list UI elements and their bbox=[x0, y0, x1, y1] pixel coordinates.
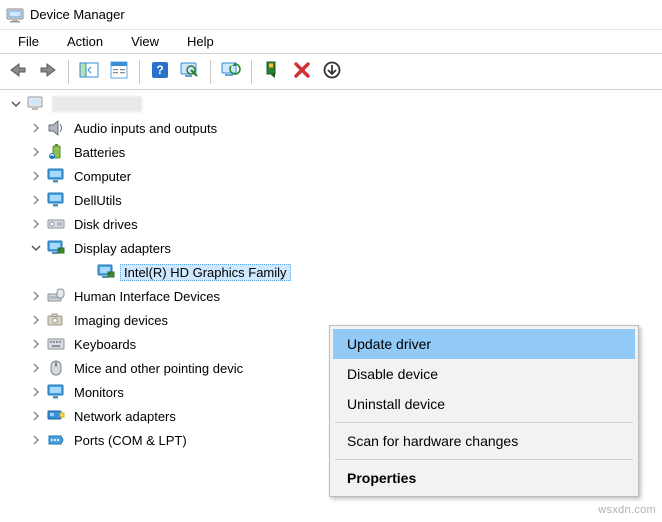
chevron-right-icon[interactable] bbox=[28, 216, 44, 232]
cm-update-driver[interactable]: Update driver bbox=[333, 329, 635, 359]
tree-label: Ports (COM & LPT) bbox=[70, 432, 191, 449]
monitor-icon bbox=[46, 166, 66, 186]
tree-label: DellUtils bbox=[70, 192, 126, 209]
tree-item-batteries[interactable]: Batteries bbox=[0, 140, 662, 164]
panel-left-icon bbox=[79, 61, 99, 82]
svg-text:?: ? bbox=[156, 63, 163, 77]
help-icon: ? bbox=[151, 61, 169, 82]
cm-scan-hardware[interactable]: Scan for hardware changes bbox=[333, 426, 635, 456]
context-menu: Update driver Disable device Uninstall d… bbox=[329, 325, 639, 497]
tree-label: Computer bbox=[70, 168, 135, 185]
tree-item-disk[interactable]: Disk drives bbox=[0, 212, 662, 236]
tree-item-dellutils[interactable]: DellUtils bbox=[0, 188, 662, 212]
camera-icon bbox=[46, 310, 66, 330]
tree-label: Mice and other pointing devic bbox=[70, 360, 247, 377]
tree-label: Monitors bbox=[70, 384, 128, 401]
chevron-down-icon[interactable] bbox=[28, 240, 44, 256]
network-adapter-icon bbox=[46, 406, 66, 426]
menu-help[interactable]: Help bbox=[173, 32, 228, 51]
chevron-right-icon[interactable] bbox=[28, 192, 44, 208]
tree-label: Network adapters bbox=[70, 408, 180, 425]
monitor-refresh-icon bbox=[221, 61, 241, 82]
properties-button[interactable] bbox=[105, 58, 133, 86]
battery-icon bbox=[46, 142, 66, 162]
disk-icon bbox=[46, 214, 66, 234]
help-button[interactable]: ? bbox=[146, 58, 174, 86]
disable-device-button[interactable] bbox=[288, 58, 316, 86]
tree-label: Disk drives bbox=[70, 216, 142, 233]
tree-label: Batteries bbox=[70, 144, 129, 161]
uninstall-device-button[interactable] bbox=[318, 58, 346, 86]
x-icon bbox=[293, 61, 311, 82]
tree-label: Imaging devices bbox=[70, 312, 172, 329]
update-driver-button[interactable] bbox=[217, 58, 245, 86]
menu-action[interactable]: Action bbox=[53, 32, 117, 51]
toolbar-divider bbox=[139, 60, 140, 84]
chevron-right-icon[interactable] bbox=[28, 336, 44, 352]
menu-view[interactable]: View bbox=[117, 32, 173, 51]
window-title: Device Manager bbox=[30, 7, 125, 22]
tree-label: Human Interface Devices bbox=[70, 288, 224, 305]
back-button[interactable] bbox=[4, 58, 32, 86]
tree-label: Intel(R) HD Graphics Family bbox=[120, 264, 291, 281]
keyboard-icon bbox=[46, 334, 66, 354]
show-hide-tree-button[interactable] bbox=[75, 58, 103, 86]
chevron-right-icon[interactable] bbox=[28, 288, 44, 304]
tree-item-computer[interactable]: Computer bbox=[0, 164, 662, 188]
device-manager-icon bbox=[6, 6, 24, 24]
display-adapter-icon bbox=[46, 238, 66, 258]
scan-hardware-button[interactable] bbox=[176, 58, 204, 86]
hid-icon bbox=[46, 286, 66, 306]
chevron-right-icon[interactable] bbox=[28, 432, 44, 448]
toolbar: ? bbox=[0, 54, 662, 90]
cm-separator bbox=[335, 422, 633, 423]
speaker-icon bbox=[46, 118, 66, 138]
chevron-right-icon[interactable] bbox=[28, 408, 44, 424]
tree-root[interactable] bbox=[0, 92, 662, 116]
menu-bar: File Action View Help bbox=[0, 30, 662, 54]
cm-disable-device[interactable]: Disable device bbox=[333, 359, 635, 389]
tree-label: Keyboards bbox=[70, 336, 140, 353]
forward-button[interactable] bbox=[34, 58, 62, 86]
tree-label: Audio inputs and outputs bbox=[70, 120, 221, 137]
titlebar: Device Manager bbox=[0, 0, 662, 30]
cm-properties[interactable]: Properties bbox=[333, 463, 635, 493]
display-adapter-icon bbox=[96, 262, 116, 282]
tree-item-hid[interactable]: Human Interface Devices bbox=[0, 284, 662, 308]
tree-item-intel-graphics[interactable]: Intel(R) HD Graphics Family bbox=[0, 260, 662, 284]
toolbar-divider bbox=[210, 60, 211, 84]
chevron-right-icon[interactable] bbox=[28, 312, 44, 328]
computer-name-redacted bbox=[52, 96, 142, 112]
cm-separator bbox=[335, 459, 633, 460]
tree-item-audio[interactable]: Audio inputs and outputs bbox=[0, 116, 662, 140]
arrow-left-icon bbox=[9, 62, 27, 81]
scan-monitor-icon bbox=[180, 61, 200, 82]
port-icon bbox=[46, 430, 66, 450]
computer-root-icon bbox=[26, 94, 46, 114]
properties-sheet-icon bbox=[109, 61, 129, 82]
chevron-right-icon[interactable] bbox=[28, 168, 44, 184]
cm-uninstall-device[interactable]: Uninstall device bbox=[333, 389, 635, 419]
toolbar-divider bbox=[68, 60, 69, 84]
watermark: wsxdn.com bbox=[598, 504, 656, 516]
toolbar-divider bbox=[251, 60, 252, 84]
device-up-icon bbox=[264, 61, 280, 82]
chevron-down-icon[interactable] bbox=[8, 96, 24, 112]
tree-item-display[interactable]: Display adapters bbox=[0, 236, 662, 260]
chevron-right-icon[interactable] bbox=[28, 144, 44, 160]
monitor-icon bbox=[46, 382, 66, 402]
tree-label: Display adapters bbox=[70, 240, 175, 257]
chevron-right-icon[interactable] bbox=[28, 360, 44, 376]
mouse-icon bbox=[46, 358, 66, 378]
menu-file[interactable]: File bbox=[4, 32, 53, 51]
enable-device-button[interactable] bbox=[258, 58, 286, 86]
circle-down-icon bbox=[323, 61, 341, 82]
monitor-icon bbox=[46, 190, 66, 210]
chevron-right-icon[interactable] bbox=[28, 384, 44, 400]
arrow-right-icon bbox=[39, 62, 57, 81]
chevron-right-icon[interactable] bbox=[28, 120, 44, 136]
